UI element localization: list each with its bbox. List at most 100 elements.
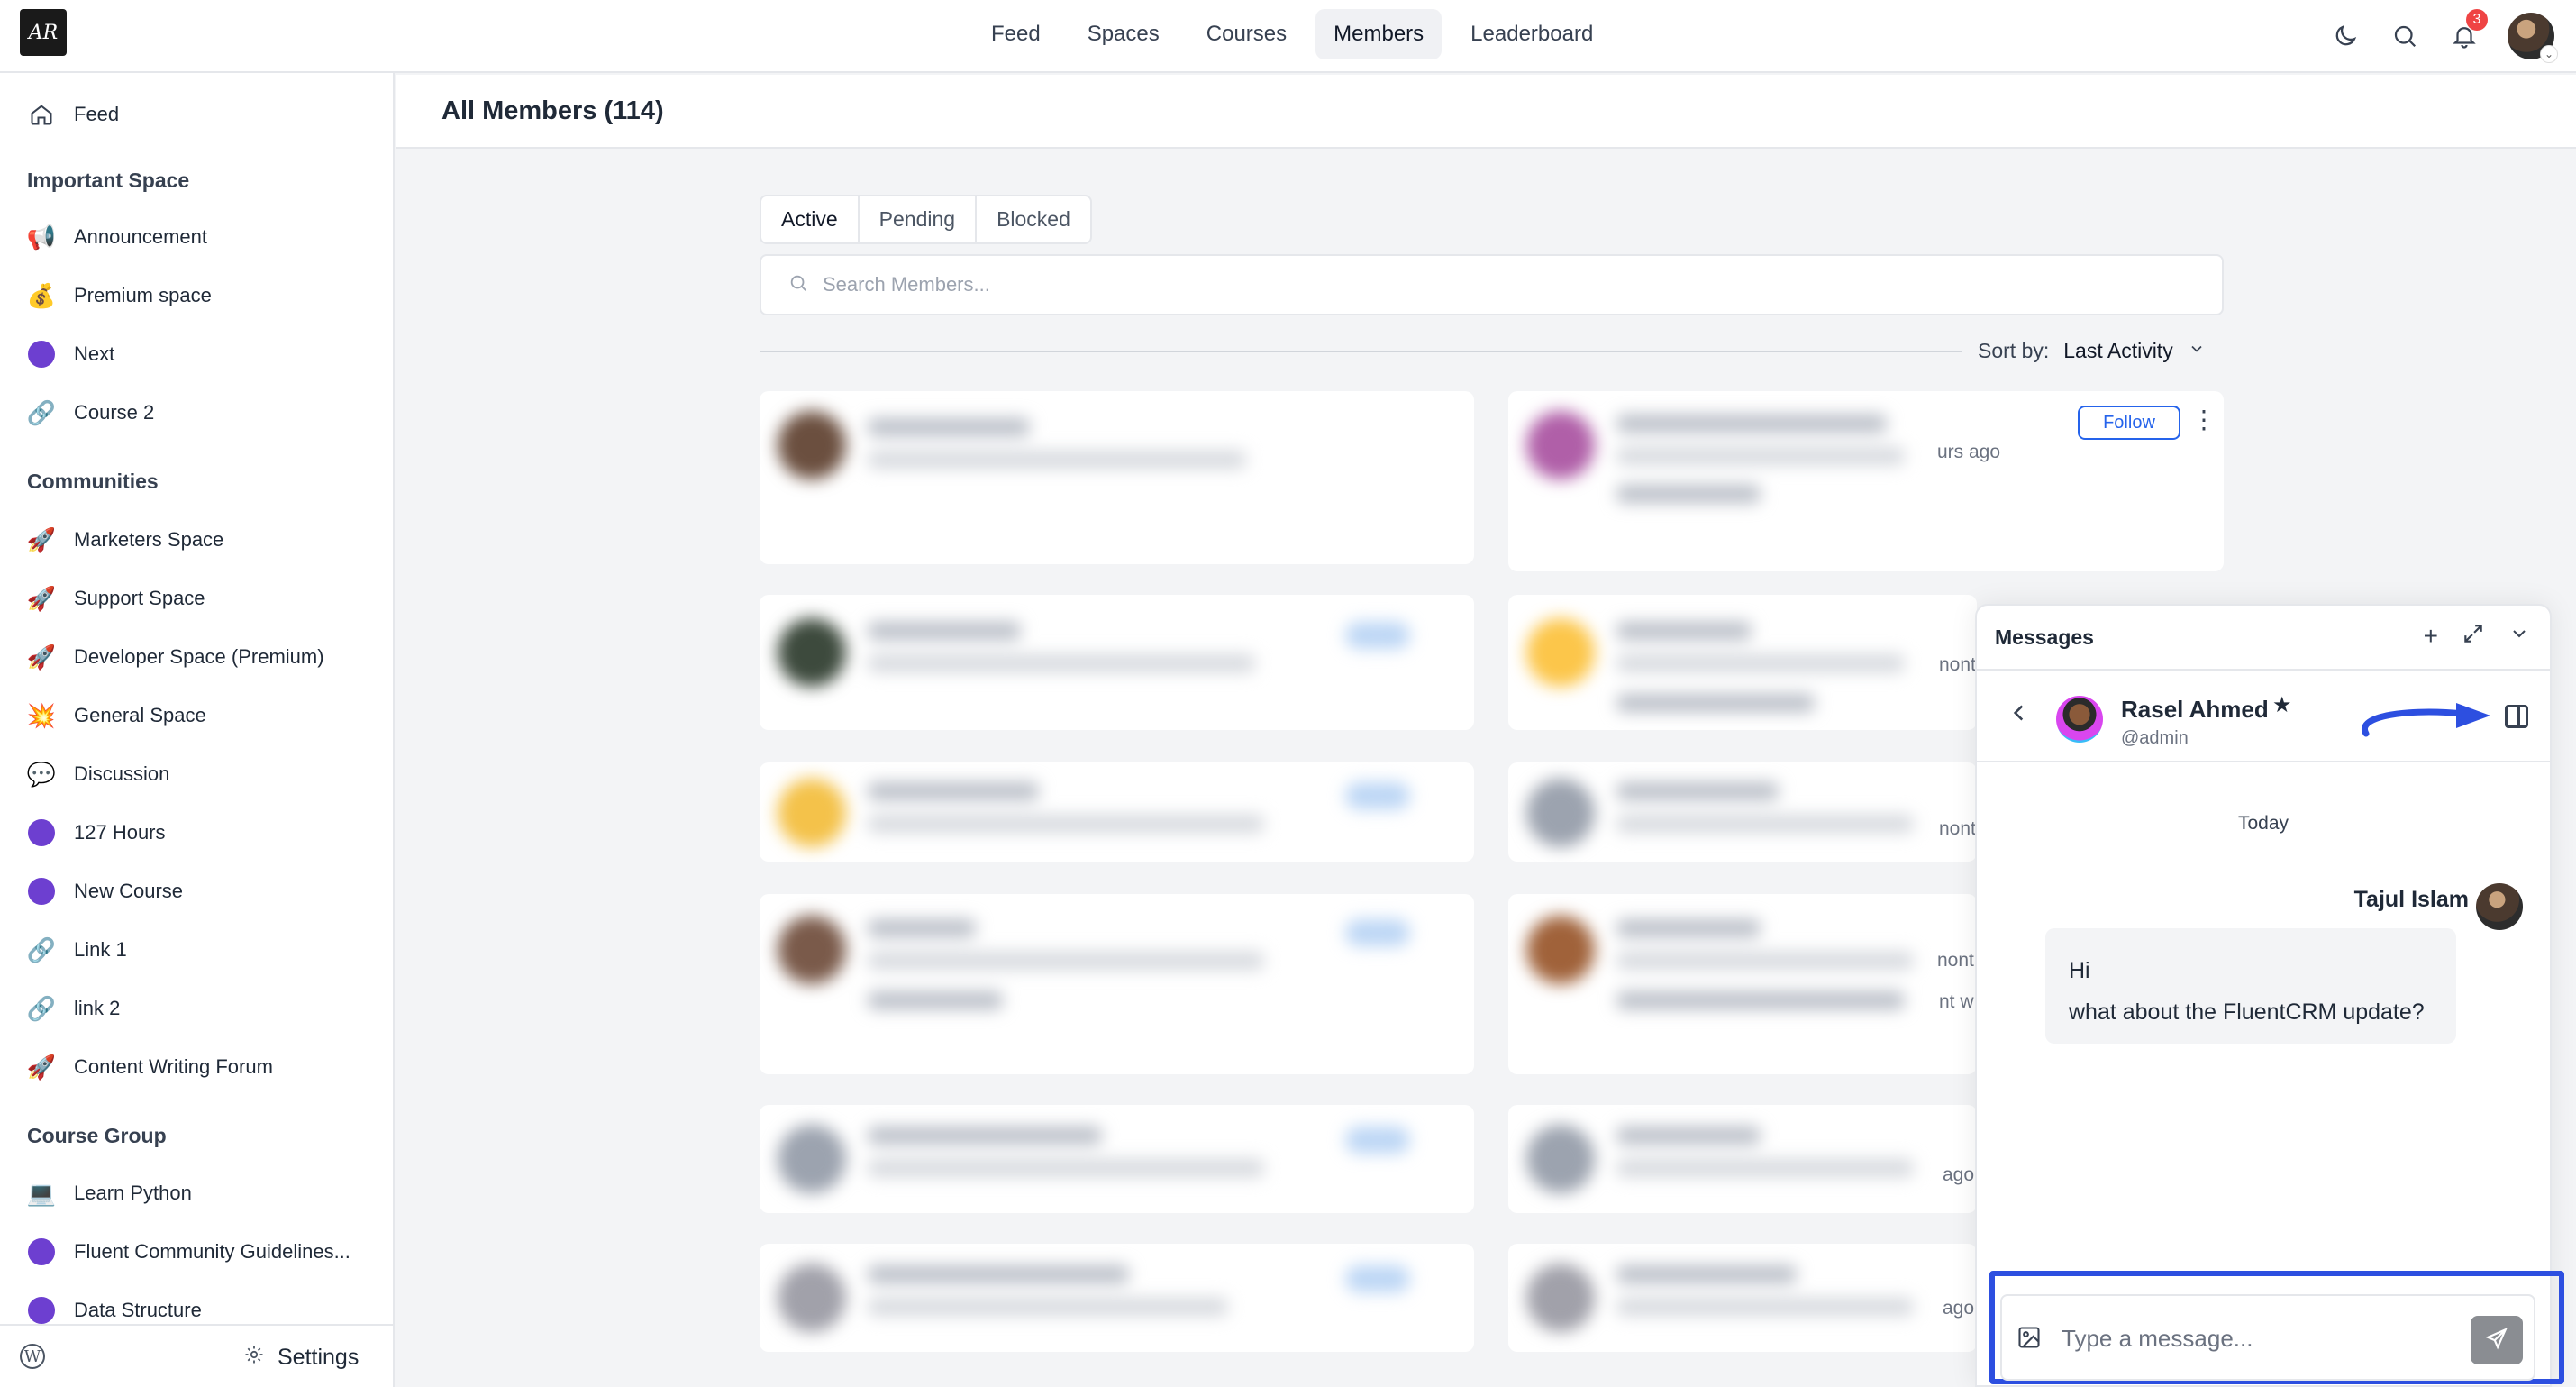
- nav-courses[interactable]: Courses: [1188, 9, 1305, 59]
- activity-text: urs ago: [1937, 442, 2001, 463]
- search-placeholder: Search Members...: [823, 273, 990, 296]
- member-card[interactable]: [760, 1244, 1474, 1352]
- annotation-arrow: [2362, 703, 2490, 737]
- sidebar-footer: W Settings: [0, 1324, 393, 1387]
- sidebar-layout-icon[interactable]: [2505, 705, 2528, 728]
- sidebar-item-content-writing-forum[interactable]: 🚀 Content Writing Forum: [27, 1053, 273, 1081]
- sidebar-item-feed[interactable]: Feed: [27, 100, 119, 129]
- nav-spaces[interactable]: Spaces: [1070, 9, 1178, 59]
- user-avatar[interactable]: ⌄: [2508, 13, 2558, 63]
- logo-text: AR: [28, 21, 59, 44]
- sidebar-item-general-space[interactable]: 💥 General Space: [27, 701, 206, 730]
- bell-icon[interactable]: 3: [2448, 9, 2488, 52]
- group-heading: Important Space: [27, 169, 190, 192]
- sidebar-item-data-structure[interactable]: Data Structure: [27, 1296, 202, 1325]
- sort-label: Sort by:: [1978, 339, 2050, 362]
- member-card[interactable]: [760, 894, 1474, 1074]
- main-nav: Feed Spaces Courses Members Leaderboard: [973, 9, 1611, 59]
- activity-text: nont: [1939, 654, 1976, 676]
- megaphone-icon: 📢: [26, 223, 57, 251]
- contact-avatar: [2056, 696, 2103, 743]
- top-actions: 3 ⌄: [2329, 9, 2558, 63]
- chevron-down-icon: ⌄: [2540, 45, 2558, 63]
- sidebar-item-label: Announcement: [74, 225, 207, 248]
- nav-feed[interactable]: Feed: [973, 9, 1059, 59]
- sidebar-item-label: Link 1: [74, 938, 127, 961]
- message-composer: Type a message...: [2000, 1294, 2535, 1381]
- sort-control[interactable]: Sort by: Last Activity: [1978, 339, 2206, 363]
- space-dot-icon: [27, 818, 56, 847]
- member-card[interactable]: [1508, 894, 1977, 1074]
- member-card[interactable]: [1508, 1105, 1977, 1213]
- sidebar-item-label: Premium space: [74, 284, 212, 306]
- sidebar-item-label: New Course: [74, 880, 184, 902]
- sidebar-item-label: Fluent Community Guidelines...: [74, 1240, 350, 1263]
- sidebar-item-support-space[interactable]: 🚀 Support Space: [27, 584, 205, 613]
- tab-pending[interactable]: Pending: [860, 196, 978, 242]
- member-card[interactable]: [760, 595, 1474, 730]
- sidebar-item-link-2[interactable]: 🔗 link 2: [27, 994, 121, 1023]
- send-button[interactable]: [2471, 1316, 2523, 1364]
- sidebar-item-premium-space[interactable]: 💰 Premium space: [27, 281, 212, 310]
- member-card[interactable]: [760, 1105, 1474, 1213]
- settings-button[interactable]: Settings: [243, 1344, 359, 1372]
- member-card[interactable]: [1508, 762, 1977, 862]
- gear-icon: [243, 1344, 265, 1372]
- sidebar-item-guidelines[interactable]: Fluent Community Guidelines...: [27, 1237, 350, 1266]
- sidebar-item-link-1[interactable]: 🔗 Link 1: [27, 935, 127, 964]
- sidebar-item-label: 127 Hours: [74, 821, 166, 844]
- sidebar-item-127-hours[interactable]: 127 Hours: [27, 818, 166, 847]
- search-icon: [788, 273, 808, 297]
- member-card[interactable]: [760, 762, 1474, 862]
- message-bubble: Hi what about the FluentCRM update?: [2045, 928, 2456, 1044]
- search-icon[interactable]: [2389, 20, 2421, 52]
- member-card[interactable]: [1508, 595, 1977, 730]
- sidebar-item-course-2[interactable]: 🔗 Course 2: [27, 398, 154, 427]
- moon-icon[interactable]: [2329, 20, 2362, 52]
- page-title: All Members (114): [441, 96, 664, 125]
- sidebar-item-learn-python[interactable]: 💻 Learn Python: [27, 1179, 192, 1208]
- rocket-icon: 🚀: [26, 525, 57, 553]
- sidebar-item-label: Data Structure: [74, 1299, 202, 1321]
- tab-blocked[interactable]: Blocked: [977, 196, 1090, 242]
- activity-text: nont: [1939, 818, 1976, 840]
- more-options-icon[interactable]: ⋮: [2191, 407, 2216, 433]
- chevron-down-icon[interactable]: [2508, 622, 2530, 652]
- site-logo[interactable]: AR: [20, 9, 67, 56]
- sidebar-item-next[interactable]: Next: [27, 340, 114, 369]
- money-bag-icon: 💰: [26, 281, 57, 309]
- tab-active[interactable]: Active: [761, 196, 860, 242]
- member-card[interactable]: [760, 391, 1474, 564]
- date-separator: Today: [2237, 813, 2289, 834]
- member-card[interactable]: [1508, 1244, 1977, 1352]
- back-arrow-icon[interactable]: [2007, 699, 2031, 735]
- sidebar-item-label: link 2: [74, 997, 121, 1019]
- sidebar-item-label: Feed: [74, 103, 120, 125]
- group-heading: Course Group: [27, 1124, 167, 1147]
- send-icon: [2485, 1327, 2508, 1355]
- laptop-icon: 💻: [26, 1179, 57, 1207]
- speech-bubble-icon: 💬: [26, 760, 57, 788]
- sidebar-item-label: Discussion: [74, 762, 170, 785]
- sidebar-item-marketers-space[interactable]: 🚀 Marketers Space: [27, 525, 223, 554]
- image-icon[interactable]: [2016, 1325, 2042, 1350]
- divider: [760, 351, 1962, 352]
- follow-button[interactable]: Follow: [2078, 406, 2180, 440]
- rocket-icon: 🚀: [26, 584, 57, 612]
- sidebar-item-label: General Space: [74, 704, 206, 726]
- expand-icon[interactable]: [2462, 622, 2485, 652]
- sidebar-item-announcement[interactable]: 📢 Announcement: [27, 223, 207, 251]
- sidebar-item-new-course[interactable]: New Course: [27, 877, 183, 906]
- plus-icon[interactable]: +: [2424, 622, 2438, 652]
- nav-members[interactable]: Members: [1315, 9, 1443, 59]
- sender-name: Tajul Islam: [2353, 887, 2469, 912]
- sidebar-item-developer-space[interactable]: 🚀 Developer Space (Premium): [27, 643, 324, 671]
- space-dot-icon: [27, 1296, 56, 1325]
- sidebar-item-label: Content Writing Forum: [74, 1055, 273, 1078]
- message-input[interactable]: Type a message...: [2062, 1325, 2253, 1353]
- sidebar-item-discussion[interactable]: 💬 Discussion: [26, 760, 170, 789]
- nav-leaderboard[interactable]: Leaderboard: [1452, 9, 1611, 59]
- search-input[interactable]: Search Members...: [760, 254, 2224, 315]
- wordpress-icon[interactable]: W: [20, 1344, 45, 1369]
- messages-panel: Messages + Rasel Ahmed ★ @admin Today Ta…: [1975, 604, 2552, 1387]
